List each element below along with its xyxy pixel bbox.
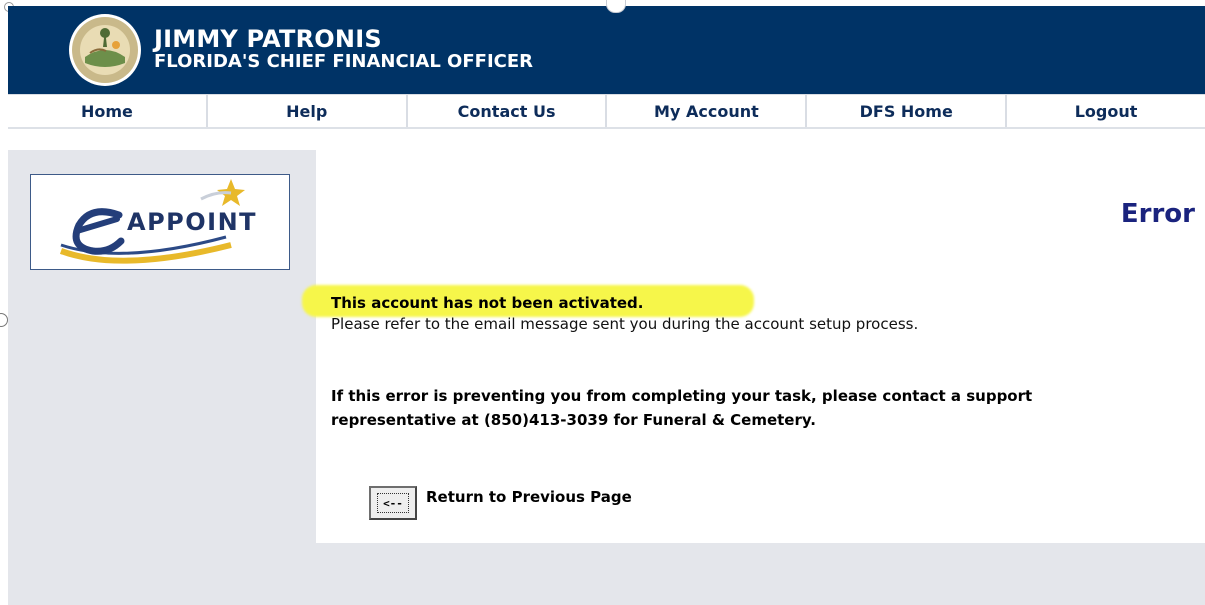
back-button[interactable]: <-- (369, 486, 417, 520)
support-message-line-1: If this error is preventing you from com… (331, 387, 1033, 405)
official-title: FLORIDA'S CHIEF FINANCIAL OFFICER (154, 51, 534, 72)
main-content (316, 150, 1205, 543)
nav-help[interactable]: Help (208, 95, 408, 127)
return-to-previous-page-link[interactable]: Return to Previous Page (426, 488, 632, 506)
error-message-heading: This account has not been activated. (331, 294, 644, 312)
eappoint-logo[interactable]: APPOINT (30, 174, 290, 270)
window-left-handle (0, 313, 8, 327)
florida-cfo-seal-icon (69, 14, 141, 86)
site-header: JIMMY PATRONIS FLORIDA'S CHIEF FINANCIAL… (8, 6, 1205, 94)
nav-contact-us[interactable]: Contact Us (408, 95, 608, 127)
back-arrow-icon: <-- (377, 493, 409, 513)
main-nav: Home Help Contact Us My Account DFS Home… (8, 94, 1205, 129)
support-message-line-2: representative at (850)413-3039 for Fune… (331, 411, 816, 429)
page: JIMMY PATRONIS FLORIDA'S CHIEF FINANCIAL… (0, 0, 1205, 605)
nav-dfs-home[interactable]: DFS Home (807, 95, 1008, 127)
eappoint-logo-text: APPOINT (127, 208, 258, 236)
official-name: JIMMY PATRONIS (154, 25, 382, 53)
footer-band (316, 543, 1205, 605)
error-message-detail: Please refer to the email message sent y… (331, 315, 919, 333)
nav-my-account[interactable]: My Account (607, 95, 808, 127)
nav-home[interactable]: Home (8, 95, 208, 127)
nav-logout[interactable]: Logout (1007, 95, 1205, 127)
page-title: Error (1120, 199, 1195, 229)
